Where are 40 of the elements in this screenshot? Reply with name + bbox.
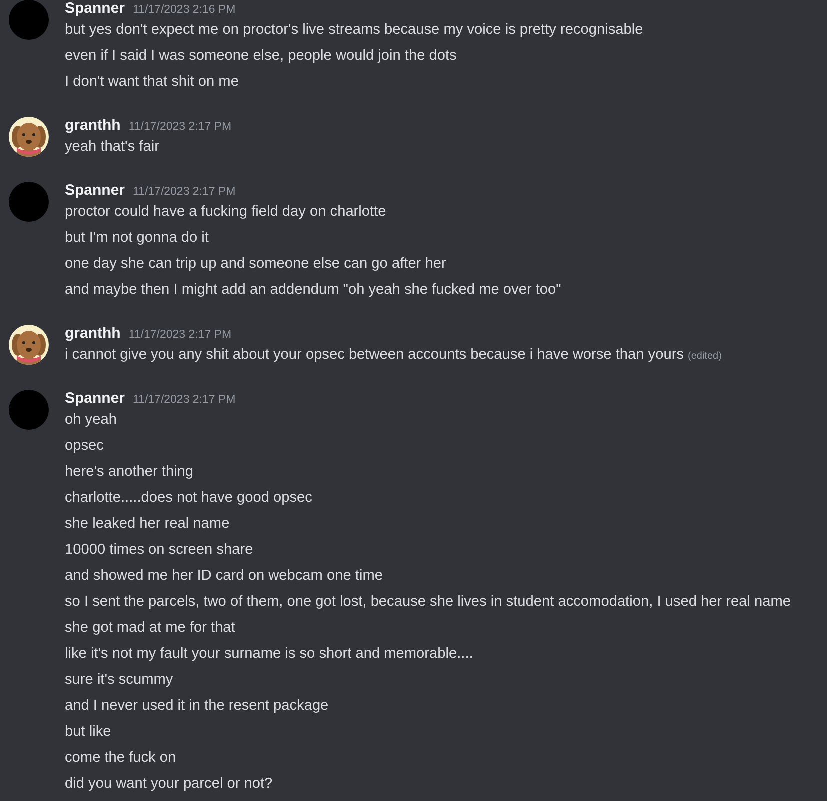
- message-text: I don't want that shit on me: [65, 73, 239, 92]
- username[interactable]: Spanner: [65, 1, 126, 17]
- timestamp: 11/17/2023 2:16 PM: [133, 3, 236, 18]
- timestamp: 11/17/2023 2:17 PM: [133, 185, 236, 200]
- message-text: did you want your parcel or not?: [65, 775, 273, 794]
- message-text: so I sent the parcels, two of them, one got lost, because she lives in student accomodation, I used her real name: [65, 593, 792, 612]
- message-text: 10000 times on screen share: [65, 541, 254, 560]
- message-text: and maybe then I might add an addendum "oh yeah she fucked me over too": [65, 281, 562, 300]
- message-text: even if I said I was someone else, people would join the dots: [65, 47, 457, 66]
- message-text: like it's not my fault your surname is so short and memorable....: [65, 645, 474, 664]
- message-text: she leaked her real name: [65, 515, 230, 534]
- message-text: yeah that's fair: [65, 138, 160, 157]
- message-text: charlotte.....does not have good opsec: [65, 489, 312, 508]
- avatar[interactable]: [9, 0, 49, 40]
- message-text: but I'm not gonna do it: [65, 229, 209, 248]
- message-text: one day she can trip up and someone else can go after her: [65, 255, 446, 274]
- timestamp: 11/17/2023 2:17 PM: [128, 120, 232, 135]
- message-text: but yes don't expect me on proctor's live streams because my voice is pretty recognisable: [65, 21, 644, 40]
- message-text: she got mad at me for that: [65, 619, 236, 638]
- message-text: opsec: [65, 437, 104, 456]
- message-text: and I never used it in the resent package: [65, 697, 329, 716]
- message-text: oh yeah: [65, 411, 117, 430]
- dog-avatar-icon[interactable]: [9, 117, 49, 157]
- timestamp: 11/17/2023 2:17 PM: [128, 328, 232, 343]
- message-text: and showed me her ID card on webcam one time: [65, 567, 383, 586]
- message-text: sure it's scummy: [65, 671, 174, 690]
- avatar[interactable]: [9, 390, 49, 430]
- timestamp: 11/17/2023 2:17 PM: [133, 393, 236, 408]
- message-text: i cannot give you any shit about your opsec between accounts because i have worse than yours: [65, 346, 684, 365]
- username[interactable]: Spanner: [65, 183, 126, 199]
- message-text: come the fuck on: [65, 749, 176, 768]
- edited-label: (edited): [688, 350, 722, 364]
- username[interactable]: granthh: [65, 118, 121, 134]
- dog-avatar-icon[interactable]: [9, 325, 49, 365]
- message-text: proctor could have a fucking field day on charlotte: [65, 203, 386, 222]
- username[interactable]: granthh: [65, 326, 121, 342]
- username[interactable]: Spanner: [65, 391, 126, 407]
- message-text: here's another thing: [65, 463, 194, 482]
- avatar[interactable]: [9, 182, 49, 222]
- message-text: but like: [65, 723, 112, 742]
